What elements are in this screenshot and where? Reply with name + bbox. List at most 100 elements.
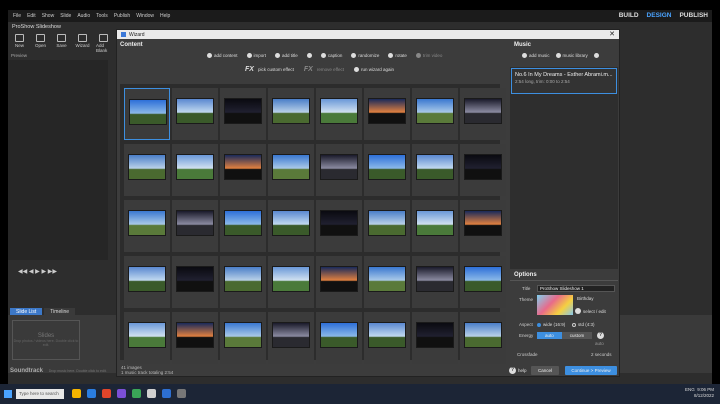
- mode-build[interactable]: BUILD: [619, 12, 639, 19]
- clock-date[interactable]: 8/12/2022: [694, 393, 714, 398]
- menu-show[interactable]: Show: [42, 13, 55, 19]
- content-thumbnail-cell[interactable]: [268, 200, 314, 252]
- content-thumbnail-cell[interactable]: [364, 312, 410, 364]
- content-thumbnail-cell[interactable]: [124, 312, 170, 364]
- content-thumbnail-cell[interactable]: [316, 312, 362, 364]
- content-thumbnail-cell[interactable]: [268, 88, 314, 140]
- content-thumbnail-cell[interactable]: [172, 144, 218, 196]
- content-thumbnail-cell[interactable]: [460, 256, 506, 308]
- content-thumbnail-cell[interactable]: [364, 200, 410, 252]
- remove-effect-button[interactable]: FX remove effect: [304, 66, 344, 73]
- menu-edit[interactable]: Edit: [27, 13, 36, 19]
- content-thumbnail-cell[interactable]: [268, 144, 314, 196]
- file-explorer-icon[interactable]: [72, 389, 81, 398]
- edge-icon[interactable]: [87, 389, 96, 398]
- content-thumbnail-cell[interactable]: [460, 312, 506, 364]
- title-input[interactable]: ProShow Slideshow 1: [537, 285, 615, 292]
- player-controls[interactable]: ◀◀ ◀ ▶ ▶ ▶▶: [18, 268, 57, 275]
- content-thumbnail-cell[interactable]: [172, 256, 218, 308]
- content-thumbnail-cell[interactable]: [364, 88, 410, 140]
- content-thumbnail-cell[interactable]: [124, 256, 170, 308]
- content-thumbnail-cell[interactable]: [412, 312, 458, 364]
- content-thumbnail-cell[interactable]: [268, 256, 314, 308]
- mode-publish[interactable]: PUBLISH: [679, 12, 708, 19]
- content-thumbnail-cell[interactable]: [220, 256, 266, 308]
- music-tools-button[interactable]: [593, 53, 599, 58]
- select-edit-theme-button[interactable]: select / edit: [575, 308, 606, 314]
- music-library-button[interactable]: music library: [555, 53, 588, 58]
- content-thumbnail-cell[interactable]: [412, 144, 458, 196]
- music-track-item[interactable]: No.6 In My Dreams - Esther Abrami.m... 2…: [511, 68, 617, 94]
- app-icon[interactable]: [177, 389, 186, 398]
- app-icon[interactable]: [132, 389, 141, 398]
- content-thumbnail-cell[interactable]: [364, 144, 410, 196]
- content-thumbnail-cell[interactable]: [460, 88, 506, 140]
- pick-effect-button[interactable]: FX pick custom effect: [245, 66, 294, 73]
- aspect-wide-radio[interactable]: wide (16:9): [537, 322, 565, 327]
- new-button[interactable]: New: [12, 34, 27, 53]
- content-thumbnail-cell[interactable]: [412, 200, 458, 252]
- help-button[interactable]: ? help: [509, 367, 527, 374]
- menu-window[interactable]: Window: [136, 13, 154, 19]
- wizard-button[interactable]: Wizard: [75, 34, 90, 53]
- continue-preview-button[interactable]: Continue > Preview: [565, 366, 617, 375]
- content-thumbnail-cell[interactable]: [220, 312, 266, 364]
- taskbar-search-input[interactable]: Type here to search: [16, 389, 64, 399]
- windows-start-icon[interactable]: [4, 390, 12, 398]
- randomize-button[interactable]: randomize: [351, 53, 379, 58]
- content-thumbnail-cell[interactable]: [364, 256, 410, 308]
- content-thumbnail-cell[interactable]: [316, 88, 362, 140]
- clock-time[interactable]: 9:06 PM: [697, 387, 714, 392]
- content-thumbnail-cell[interactable]: [316, 144, 362, 196]
- content-thumbnail-cell[interactable]: [220, 200, 266, 252]
- app-icon[interactable]: [147, 389, 156, 398]
- content-thumbnail-cell[interactable]: [412, 256, 458, 308]
- trim-video-button[interactable]: trim video: [415, 53, 442, 58]
- menu-file[interactable]: File: [13, 13, 21, 19]
- language-indicator[interactable]: ENG: [685, 387, 695, 392]
- content-thumbnail-cell[interactable]: [268, 312, 314, 364]
- content-thumbnail-cell[interactable]: [124, 88, 170, 140]
- content-thumbnail-cell[interactable]: [172, 88, 218, 140]
- content-thumbnail-cell[interactable]: [316, 200, 362, 252]
- content-thumbnail-cell[interactable]: [316, 256, 362, 308]
- content-thumbnail-cell[interactable]: [172, 200, 218, 252]
- aspect-std-radio[interactable]: std (4:3): [572, 322, 595, 327]
- content-thumbnail-cell[interactable]: [220, 88, 266, 140]
- energy-auto-button[interactable]: auto: [537, 332, 562, 339]
- menu-tools[interactable]: Tools: [96, 13, 108, 19]
- chrome-icon[interactable]: [102, 389, 111, 398]
- energy-custom-button[interactable]: custom: [561, 332, 593, 339]
- content-thumbnail-cell[interactable]: [412, 88, 458, 140]
- add-music-button[interactable]: add music: [522, 53, 550, 58]
- content-thumbnail-cell[interactable]: [460, 200, 506, 252]
- soundtrack-bar[interactable]: Soundtrack Drop music here. Double click…: [10, 368, 107, 374]
- rotate-button[interactable]: rotate: [388, 53, 407, 58]
- menu-help[interactable]: Help: [160, 13, 170, 19]
- save-button[interactable]: Save: [54, 34, 69, 53]
- add-blank-button[interactable]: Add Blank: [96, 34, 111, 53]
- open-button[interactable]: Open: [33, 34, 48, 53]
- run-wizard-again-button[interactable]: run wizard again: [354, 67, 394, 72]
- content-thumbnail-cell[interactable]: [172, 312, 218, 364]
- content-thumbnail-cell[interactable]: [124, 200, 170, 252]
- add-content-button[interactable]: add content: [207, 53, 238, 58]
- cancel-button[interactable]: Cancel: [531, 366, 559, 375]
- content-thumbnail-cell[interactable]: [460, 144, 506, 196]
- energy-help-icon[interactable]: ?: [597, 332, 604, 339]
- menu-publish[interactable]: Publish: [114, 13, 130, 19]
- menu-slide[interactable]: Slide: [60, 13, 71, 19]
- mode-design[interactable]: DESIGN: [647, 12, 672, 19]
- add-title-button[interactable]: add title: [275, 53, 298, 58]
- delete-button[interactable]: [306, 53, 312, 58]
- proshow-taskbar-icon[interactable]: [162, 389, 171, 398]
- app-icon[interactable]: [117, 389, 126, 398]
- slides-drop-zone[interactable]: Slides Drop photos / videos here. Double…: [12, 320, 80, 360]
- theme-preview-image[interactable]: [537, 295, 573, 315]
- crossfade-value[interactable]: 2 seconds: [591, 352, 612, 357]
- content-thumbnail-cell[interactable]: [124, 144, 170, 196]
- close-icon[interactable]: ✕: [609, 30, 615, 38]
- menu-audio[interactable]: Audio: [77, 13, 90, 19]
- caption-button[interactable]: caption: [320, 53, 342, 58]
- content-thumbnail-cell[interactable]: [220, 144, 266, 196]
